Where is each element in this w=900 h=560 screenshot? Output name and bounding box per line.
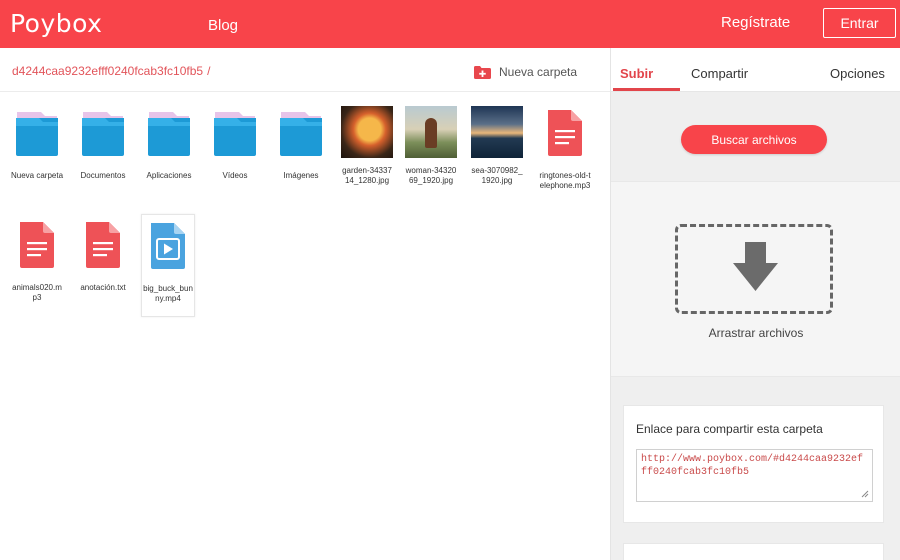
top-navbar: Poybox Blog Regístrate Entrar [0, 0, 900, 48]
breadcrumb-path[interactable]: d4244caa9232efff0240fcab3fc10fb5 [12, 64, 203, 78]
tab-options[interactable]: Opciones [830, 66, 885, 81]
drop-label: Arrastrar archivos [708, 326, 804, 340]
nav-link-register[interactable]: Regístrate [721, 14, 790, 31]
tab-share[interactable]: Compartir [691, 66, 748, 81]
secondary-card [623, 543, 884, 560]
folder-icon [148, 112, 190, 156]
image-thumbnail [341, 106, 393, 158]
image-thumbnail [405, 106, 457, 158]
file-item[interactable]: animals020.mp3 [10, 218, 64, 303]
new-folder-button[interactable]: Nueva carpeta [474, 65, 577, 79]
file-name: animals020.mp3 [12, 283, 62, 302]
new-folder-label: Nueva carpeta [499, 65, 578, 79]
file-item[interactable]: Documentos [76, 106, 130, 181]
download-arrow-icon [733, 242, 778, 291]
tab-upload[interactable]: Subir [620, 66, 653, 81]
folder-plus-icon [474, 65, 491, 79]
login-button[interactable]: Entrar [823, 8, 896, 38]
drop-zone[interactable]: Arrastrar archivos [611, 181, 900, 377]
file-item[interactable]: Aplicaciones [142, 106, 196, 181]
folder-icon [16, 112, 58, 156]
file-name: big_buck_bunny.mp4 [143, 284, 193, 303]
share-link-textarea[interactable]: http://www.poybox.com/#d4244caa9232efff0… [636, 449, 873, 502]
file-item[interactable]: sea-3070982_1920.jpg [470, 106, 524, 186]
file-name: anotación.txt [80, 283, 126, 292]
file-item[interactable]: Imágenes [274, 106, 328, 181]
document-icon [86, 222, 120, 268]
file-name: ringtones-old-telephone.mp3 [539, 171, 591, 190]
file-item[interactable]: ringtones-old-telephone.mp3 [538, 106, 592, 191]
file-item[interactable]: Nueva carpeta [10, 106, 64, 181]
nav-link-blog[interactable]: Blog [208, 17, 238, 34]
file-name: sea-3070982_1920.jpg [471, 166, 523, 185]
breadcrumb: d4244caa9232efff0240fcab3fc10fb5 / [12, 64, 210, 78]
file-name: Documentos [80, 171, 126, 180]
file-item[interactable]: Vídeos [208, 106, 262, 181]
document-icon [548, 110, 582, 156]
file-name: Aplicaciones [146, 171, 192, 180]
folder-icon [280, 112, 322, 156]
active-tab-indicator [613, 88, 680, 91]
folder-icon [214, 112, 256, 156]
file-name: Imágenes [283, 171, 319, 180]
logo[interactable]: Poybox [10, 9, 102, 38]
breadcrumb-separator: / [207, 64, 211, 78]
share-link-card: Enlace para compartir esta carpeta http:… [623, 405, 884, 523]
drop-target-box[interactable] [675, 224, 833, 314]
file-item[interactable]: woman-3432069_1920.jpg [404, 106, 458, 186]
share-title: Enlace para compartir esta carpeta [636, 422, 823, 436]
file-item[interactable]: anotación.txt [76, 218, 130, 293]
video-file-icon [151, 223, 185, 269]
panel-tabs: Subir Compartir Opciones [611, 48, 900, 92]
file-item-selected[interactable]: big_buck_bunny.mp4 [141, 214, 195, 317]
file-name: Nueva carpeta [10, 171, 64, 180]
resize-grip-icon[interactable] [861, 490, 869, 498]
file-item[interactable]: garden-3433714_1280.jpg [340, 106, 394, 186]
file-browser: d4244caa9232efff0240fcab3fc10fb5 / Nueva … [0, 48, 610, 560]
browse-files-button[interactable]: Buscar archivos [681, 125, 827, 154]
image-thumbnail [471, 106, 523, 158]
folder-icon [82, 112, 124, 156]
file-name: Vídeos [222, 171, 248, 180]
upload-panel: Subir Compartir Opciones Buscar archivos… [610, 48, 900, 560]
file-toolbar: d4244caa9232efff0240fcab3fc10fb5 / Nueva … [0, 48, 610, 92]
file-name: woman-3432069_1920.jpg [405, 166, 457, 185]
file-name: garden-3433714_1280.jpg [342, 166, 392, 185]
document-icon [20, 222, 54, 268]
